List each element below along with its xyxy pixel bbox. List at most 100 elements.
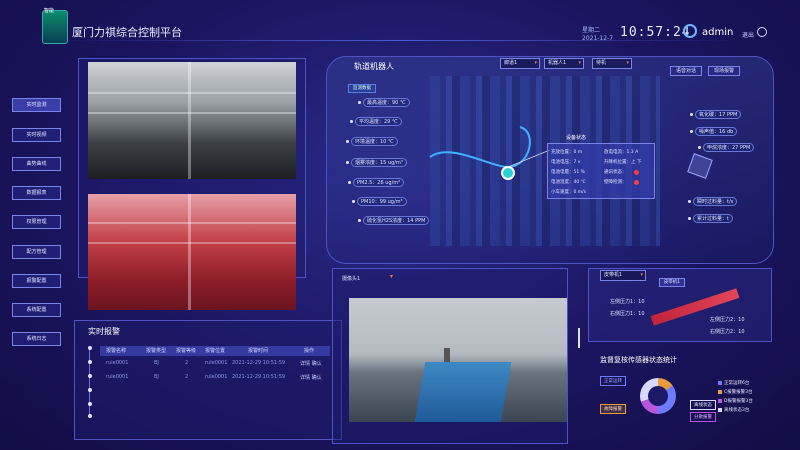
username[interactable]: admin (702, 27, 733, 38)
header-divider (60, 40, 740, 41)
sensor-reading: 噪声值：16 db (690, 127, 738, 136)
table-cell: rule0001 (205, 374, 228, 380)
table-cell: 2021-12-29 10:51:59 (232, 374, 286, 380)
status-title: 设备状态 (566, 135, 587, 141)
user-icon[interactable] (683, 24, 697, 38)
legend-swatch (718, 398, 722, 403)
sensor-value: 累计过料量：t (693, 214, 733, 223)
sensor-value: 甲烷浓度：27 PPM (703, 143, 755, 152)
sensor-reading: 环境温度：10 ℃ (346, 137, 398, 146)
sensor-value: 氧化碳：17 PPM (695, 110, 742, 119)
sensor-value: 环境温度：10 ℃ (351, 137, 398, 146)
legend-label: D报警报警3台 (724, 399, 753, 404)
corridor-select-value: 廊道1 (504, 60, 518, 66)
nav-item-data-report[interactable]: 数据报表 (12, 186, 61, 200)
sensor-stats-title: 监督复核传感器状态统计 (600, 356, 677, 364)
chevron-down-icon: ▾ (578, 60, 581, 66)
status-value: 充放位置：0 m (551, 150, 583, 155)
sensor-reading: 最高温度：90 ℃ (358, 98, 410, 107)
camera-select[interactable]: 摄像头1 (342, 275, 360, 282)
robot-track-path (429, 126, 550, 169)
nav-item-recipes[interactable]: 配方管理 (12, 245, 61, 259)
timeline-dot (88, 374, 92, 378)
logo (42, 10, 68, 44)
nav-item-realtime-video[interactable]: 实时视频 (12, 128, 61, 142)
nav-item-realtime-monitor[interactable]: 实时监测 (12, 98, 61, 112)
status-value: 升降机位置：上 下 (604, 160, 642, 165)
row-actions[interactable]: 详情 确认 (300, 374, 322, 381)
pressure-reading: 左侧压力2：10 (710, 317, 745, 323)
donut-center (648, 386, 668, 406)
legend-swatch (718, 380, 722, 385)
chevron-down-icon[interactable]: ▾ (390, 273, 393, 280)
legend-item: 正常运转6台 (718, 380, 749, 386)
voice-chat-button[interactable]: 语音对话 (670, 66, 702, 76)
nav-item-system-config[interactable]: 系统配置 (12, 303, 61, 317)
sensor-value: 硫化氢H2S浓度：14 PPM (363, 216, 430, 225)
table-cell: rule0001 (106, 374, 129, 380)
date-label: 2021-12-7 (582, 35, 614, 42)
weekday-label: 星期二 (582, 27, 601, 34)
clock: 10:57:24 (620, 25, 691, 40)
sensor-reading: PM10：99 ug/m³ (352, 197, 407, 206)
conveyor-select[interactable]: 皮带机1 ▾ (600, 270, 646, 281)
status-tag: 故障报警 (600, 404, 626, 414)
nav-item-system-log[interactable]: 系统日志 (12, 332, 61, 346)
nav-item-alarm-config[interactable]: 报警配置 (12, 274, 61, 288)
column-header: 报警位置 (205, 348, 226, 354)
status-value: 小车速度：0 m/s (551, 190, 587, 195)
site-alarm-button[interactable]: 现场报警 (708, 66, 740, 76)
monitor-data-tag: 监测数据 (348, 84, 376, 93)
sensor-value: PM10：99 ug/m³ (357, 197, 407, 206)
table-cell: 2021-12-29 10:51:59 (232, 360, 286, 366)
sensor-reading: PM2.5：26 ug/m³ (348, 178, 405, 187)
pressure-reading: 右侧压力1：10 (610, 311, 645, 317)
table-cell: rule0001 (205, 360, 228, 366)
mode-select[interactable]: 待机 ▾ (592, 58, 632, 69)
chevron-down-icon: ▾ (534, 60, 537, 66)
camera-feed-normal[interactable] (88, 62, 296, 179)
sensor-dot-icon (358, 219, 361, 222)
table-cell: rule0001 (106, 360, 129, 366)
sensor-value: 噪声值：16 db (695, 127, 738, 136)
sensor-dot-icon (688, 217, 691, 220)
table-cell: 2 (185, 374, 189, 380)
scrollbar[interactable] (578, 328, 580, 348)
nav-item-permissions[interactable]: 权限管理 (12, 215, 61, 229)
sensor-reading: 瞬时过料量：t/s (688, 197, 738, 206)
logo-text: 智能 (44, 8, 55, 14)
sensor-dot-icon (346, 161, 349, 164)
status-value: 电池电量：51 % (551, 170, 585, 175)
row-actions[interactable]: 详情 确认 (300, 360, 322, 367)
status-value: 通讯状态： (604, 170, 627, 175)
sensor-reading: 烟雾浓度：15 ug/m³ (346, 158, 407, 167)
sensor-dot-icon (346, 140, 349, 143)
mode-select-value: 待机 (596, 60, 607, 66)
sensor-reading: 累计过料量：t (688, 214, 733, 223)
table-cell: BJ (154, 374, 159, 380)
conveyor-pipe (414, 362, 512, 422)
robot-select[interactable]: 机器人1 ▾ (544, 58, 584, 69)
power-icon[interactable] (757, 27, 767, 37)
chevron-down-icon: ▾ (626, 60, 629, 66)
column-header: 报警类型 (146, 348, 167, 354)
legend-label: 离线状态3台 (724, 408, 750, 413)
pressure-reading: 右侧压力2：10 (710, 329, 745, 335)
column-header: 报警时间 (248, 348, 269, 354)
column-header: 操作 (304, 348, 315, 354)
sensor-dot-icon (352, 200, 355, 203)
robot-marker[interactable] (501, 166, 515, 180)
comm-status-dot (634, 170, 639, 175)
nav-item-trend-curve[interactable]: 曲势曲线 (12, 157, 61, 171)
conveyor-button[interactable]: 皮带机1 (659, 278, 685, 287)
camera-feed-thermal[interactable] (88, 194, 296, 310)
sensor-reading: 平均温度：29 ℃ (350, 117, 402, 126)
timeline-dot (88, 388, 92, 392)
conveyor-select-value: 皮带机1 (604, 272, 623, 278)
sensor-value: 最高温度：90 ℃ (363, 98, 410, 107)
logout-link[interactable]: 退出 (742, 30, 754, 39)
legend-label: C报警报警3台 (724, 390, 753, 395)
status-tag: 正常运转 (600, 376, 626, 386)
corridor-select[interactable]: 廊道1 ▾ (500, 58, 540, 69)
robot-select-value: 机器人1 (548, 60, 567, 66)
